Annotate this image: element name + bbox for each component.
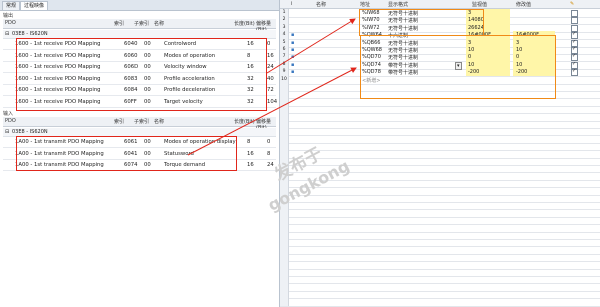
arrow-input-to-outputs [187,67,357,156]
arrow-output-to-inputs [266,18,356,74]
